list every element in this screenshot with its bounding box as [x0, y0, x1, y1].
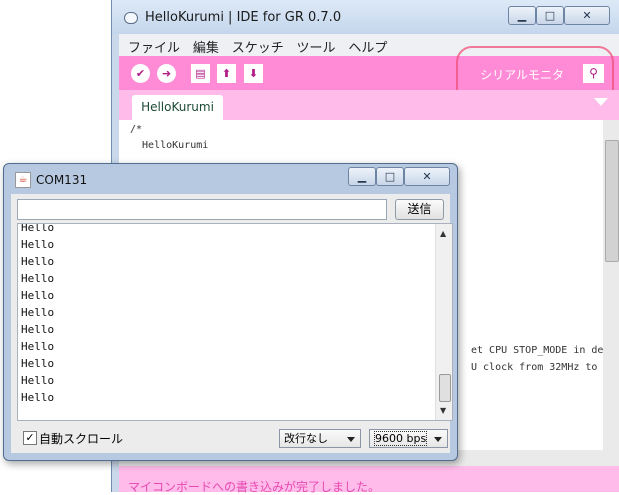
autoscroll-label[interactable]: 自動スクロール [39, 430, 123, 447]
save-button[interactable]: ⬇ [244, 64, 263, 83]
com-maximize-button[interactable]: □ [376, 167, 404, 186]
ide-maximize-button[interactable]: □ [536, 6, 564, 25]
scroll-down-icon[interactable]: ▼ [440, 406, 446, 415]
arrow-up-icon: ⬆ [221, 67, 232, 80]
code-line: /* [130, 124, 143, 135]
status-message: マイコンボードへの書き込みが完了しました。 [128, 480, 381, 494]
upload-button[interactable]: ➜ [157, 64, 176, 83]
output-line: Hello [21, 374, 55, 387]
ide-title-bar[interactable]: HelloKurumi | IDE for GR 0.7.0 ▁ □ ✕ [112, 0, 619, 34]
output-line: Hello [21, 306, 55, 319]
app-icon [124, 12, 138, 24]
autoscroll-checkbox[interactable]: ✓ [23, 431, 37, 445]
arrow-right-icon: ➜ [161, 67, 172, 80]
com-body: 送信 Hello Hello Hello Hello Hello Hello H… [11, 194, 453, 453]
com-window-title: COM131 [36, 173, 88, 187]
com-bottom-bar: ✓ 自動スクロール 改行なし 9600 bps [17, 426, 448, 448]
scrollbar-thumb[interactable] [605, 140, 619, 262]
output-vertical-scrollbar[interactable]: ▲ ▼ [435, 224, 452, 420]
verify-button[interactable]: ✔ [131, 64, 150, 83]
line-ending-select[interactable]: 改行なし [279, 429, 361, 448]
new-button[interactable]: ▤ [191, 64, 210, 83]
code-line: U clock from 32MHz to [471, 362, 598, 373]
com-close-button[interactable]: ✕ [404, 167, 450, 186]
baud-rate-value: 9600 bps [374, 431, 428, 446]
java-icon: ☕ [15, 172, 31, 188]
serial-monitor-window: ☕ COM131 ▁ □ ✕ 送信 Hello Hello Hello Hell… [3, 163, 458, 461]
baud-rate-select[interactable]: 9600 bps [369, 429, 448, 448]
open-button[interactable]: ⬆ [217, 64, 236, 83]
code-line: et CPU STOP_MODE in del [471, 345, 610, 356]
output-line: Hello [21, 357, 55, 370]
tab-hellokurumi[interactable]: HelloKurumi [132, 95, 223, 120]
menu-tools[interactable]: ツール [297, 37, 336, 56]
serial-output[interactable]: Hello Hello Hello Hello Hello Hello Hell… [17, 223, 453, 421]
tab-bar: HelloKurumi [119, 90, 619, 120]
chevron-down-icon [347, 437, 355, 442]
send-input[interactable] [17, 199, 387, 220]
scrollbar-thumb[interactable] [439, 374, 451, 402]
code-line: HelloKurumi [130, 140, 209, 151]
chevron-down-icon [434, 437, 442, 442]
output-line: Hello [21, 272, 55, 285]
document-icon: ▤ [195, 67, 206, 80]
line-ending-value: 改行なし [284, 432, 328, 445]
output-line: Hello [21, 223, 55, 234]
output-line: Hello [21, 340, 55, 353]
ide-window-title: HelloKurumi | IDE for GR 0.7.0 [145, 10, 342, 25]
tab-menu-arrow-icon[interactable] [594, 98, 608, 106]
ide-minimize-button[interactable]: ▁ [508, 6, 536, 25]
send-button[interactable]: 送信 [395, 199, 444, 220]
menu-help[interactable]: ヘルプ [348, 37, 387, 56]
output-line: Hello [21, 255, 55, 268]
output-line: Hello [21, 238, 55, 251]
output-line: Hello [21, 289, 55, 302]
menu-file[interactable]: ファイル [128, 37, 180, 56]
menu-sketch[interactable]: スケッチ [232, 37, 284, 56]
output-line: Hello [21, 323, 55, 336]
ide-close-button[interactable]: ✕ [564, 6, 610, 25]
check-icon: ✔ [135, 67, 146, 80]
editor-vertical-scrollbar[interactable] [603, 120, 619, 450]
arrow-down-icon: ⬇ [248, 67, 259, 80]
output-line: Hello [21, 391, 55, 404]
status-bar: マイコンボードへの書き込みが完了しました。 [119, 466, 619, 494]
menu-edit[interactable]: 編集 [193, 37, 219, 56]
com-title-bar[interactable]: ☕ COM131 ▁ □ ✕ [4, 164, 457, 194]
scroll-up-icon[interactable]: ▲ [440, 229, 446, 238]
com-minimize-button[interactable]: ▁ [348, 167, 376, 186]
